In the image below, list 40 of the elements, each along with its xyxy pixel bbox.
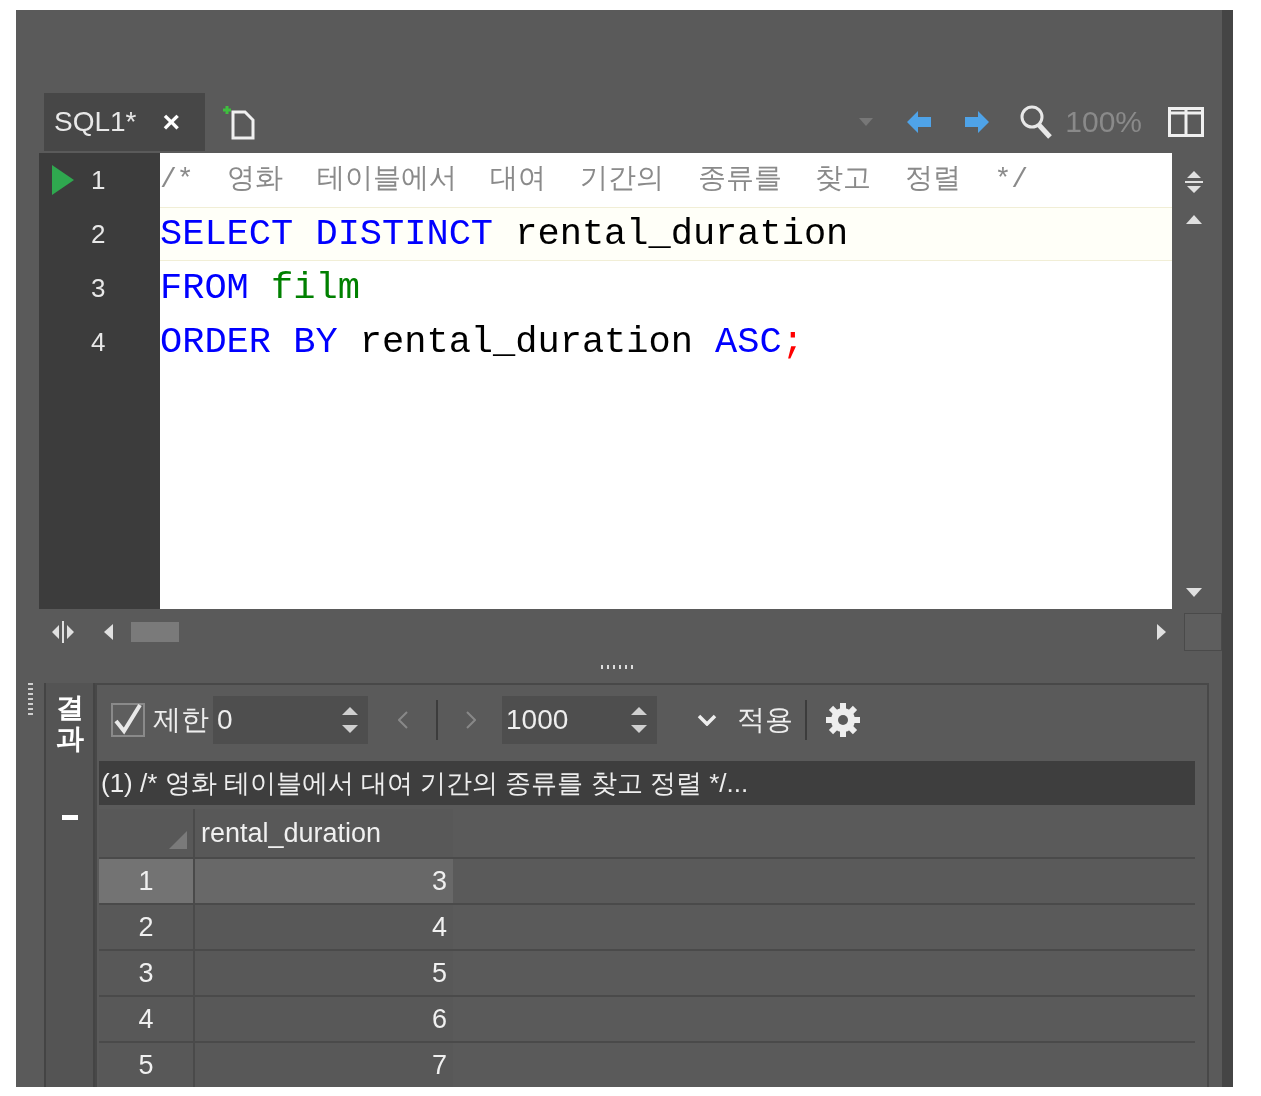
scroll-left-icon[interactable]	[104, 624, 113, 641]
editor-tab[interactable]: SQL1* ×	[44, 92, 205, 151]
panel-grip-icon[interactable]	[27, 683, 33, 717]
row-number[interactable]: 1	[99, 859, 195, 903]
offset-field[interactable]: 0	[213, 696, 368, 744]
tab-title: SQL1*	[54, 104, 137, 139]
code-line: ORDER BY rental_duration ASC;	[160, 319, 805, 365]
scroll-right-icon[interactable]	[1157, 624, 1166, 641]
settings-icon[interactable]	[825, 702, 861, 738]
scroll-thumb[interactable]	[131, 622, 179, 643]
spinner-icon[interactable]	[342, 705, 358, 735]
scroll-corner	[1184, 613, 1222, 652]
field-value: 0	[217, 703, 233, 737]
line-number: 4	[91, 325, 106, 359]
code-editor[interactable]: /* 영화 테이블에서 대여 기간의 종류를 찾고 정렬 */ SELECT DISTINCT rental_duration FROM film ORDER BY rental_duration ASC;	[160, 153, 1172, 610]
line-number: 3	[91, 271, 106, 305]
field-value: 1000	[506, 703, 569, 737]
line-number: 2	[91, 217, 106, 251]
code-line: FROM film	[160, 265, 361, 311]
spinner-icon[interactable]	[631, 705, 647, 735]
results-tab[interactable]: 결과	[55, 693, 84, 755]
scroll-up-icon[interactable]	[1185, 215, 1202, 225]
line-number: 1	[91, 163, 106, 197]
code-line: /* 영화 테이블에서 대여 기간의 종류를 찾고 정렬 */	[160, 163, 1030, 198]
back-arrow-icon[interactable]	[907, 110, 932, 133]
chevron-down-icon[interactable]	[697, 714, 717, 726]
table-cell: 3	[195, 859, 453, 903]
minus-icon[interactable]	[61, 814, 78, 820]
row-count-field[interactable]: 1000	[502, 696, 657, 744]
limit-checkbox[interactable]	[111, 703, 145, 737]
forward-arrow-icon[interactable]	[965, 110, 990, 133]
split-view-icon[interactable]	[1168, 106, 1204, 137]
scroll-down-icon[interactable]	[1185, 588, 1202, 598]
query-summary: (1) /* 영화 테이블에서 대여 기간의 종류를 찾고 정렬 */...	[99, 761, 1195, 805]
close-button[interactable]: ×	[162, 99, 181, 144]
limit-label: 제한	[153, 703, 209, 737]
search-icon[interactable]	[1019, 103, 1054, 140]
apply-button[interactable]: 적용	[737, 699, 793, 741]
split-handle-icon[interactable]	[50, 621, 76, 644]
split-handle-icon[interactable]	[1182, 169, 1205, 196]
